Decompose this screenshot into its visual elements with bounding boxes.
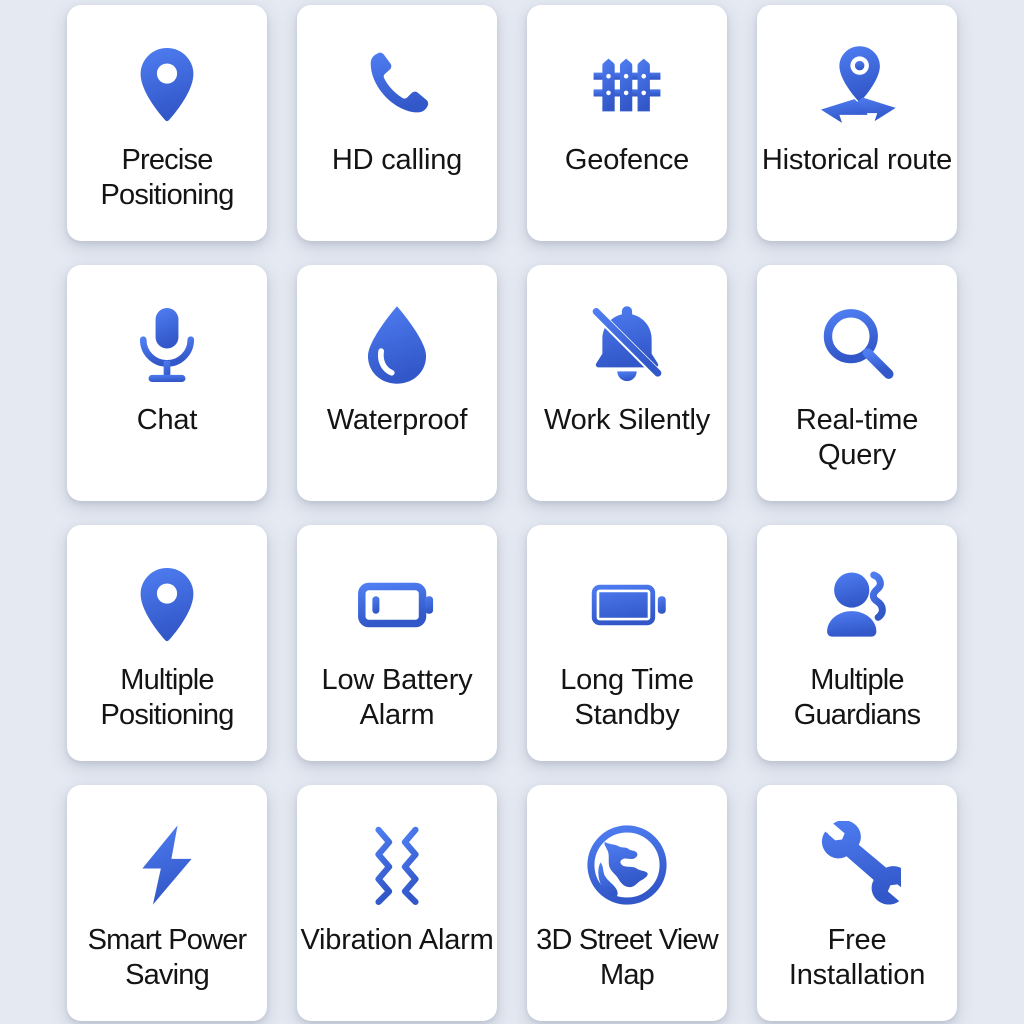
feature-label: Work Silently [543, 404, 711, 436]
microphone-icon [121, 299, 213, 391]
route-pin-icon [811, 39, 903, 131]
feature-card[interactable]: 3D Street View Map [527, 785, 727, 1021]
feature-card[interactable]: Waterproof [297, 265, 497, 501]
feature-card[interactable]: Multiple Positioning [67, 525, 267, 761]
phone-handset-icon [351, 39, 443, 131]
feature-label: Multiple Guardians [793, 664, 921, 732]
battery-full-icon [581, 559, 673, 651]
wrench-icon [811, 819, 903, 911]
feature-card[interactable]: Free Installation [757, 785, 957, 1021]
feature-label: Vibration Alarm [300, 924, 494, 956]
feature-card[interactable]: Smart Power Saving [67, 785, 267, 1021]
feature-label: Chat [136, 404, 198, 436]
feature-label: Low Battery Alarm [321, 664, 473, 732]
feature-label: Waterproof [326, 404, 468, 436]
feature-card[interactable]: Low Battery Alarm [297, 525, 497, 761]
feature-label: Multiple Positioning [100, 664, 234, 732]
feature-label: Historical route [761, 144, 953, 176]
feature-card[interactable]: Precise Positioning [67, 5, 267, 241]
feature-card[interactable]: Historical route [757, 5, 957, 241]
feature-label: HD calling [331, 144, 463, 176]
feature-label: Long Time Standby [560, 664, 694, 732]
feature-card[interactable]: Long Time Standby [527, 525, 727, 761]
feature-card[interactable]: Chat [67, 265, 267, 501]
bell-muted-icon [581, 299, 673, 391]
feature-label: 3D Street View Map [536, 924, 719, 992]
magnifier-icon [811, 299, 903, 391]
feature-card[interactable]: Vibration Alarm [297, 785, 497, 1021]
feature-grid: Precise Positioning HD calling Geofence [0, 0, 1024, 1024]
lightning-bolt-icon [121, 819, 213, 911]
water-drop-icon [351, 299, 443, 391]
location-pin-icon [121, 559, 213, 651]
fence-icon [581, 39, 673, 131]
feature-label: Real-time Query [795, 404, 919, 472]
feature-label: Smart Power Saving [87, 924, 248, 992]
vibration-waves-icon [351, 819, 443, 911]
globe-icon [581, 819, 673, 911]
feature-label: Precise Positioning [100, 144, 234, 212]
feature-card[interactable]: HD calling [297, 5, 497, 241]
feature-label: Geofence [564, 144, 690, 176]
feature-label: Free Installation [788, 924, 926, 992]
battery-low-icon [351, 559, 443, 651]
people-icon [811, 559, 903, 651]
feature-card[interactable]: Geofence [527, 5, 727, 241]
location-pin-icon [121, 39, 213, 131]
feature-card[interactable]: Multiple Guardians [757, 525, 957, 761]
feature-card[interactable]: Work Silently [527, 265, 727, 501]
feature-card[interactable]: Real-time Query [757, 265, 957, 501]
